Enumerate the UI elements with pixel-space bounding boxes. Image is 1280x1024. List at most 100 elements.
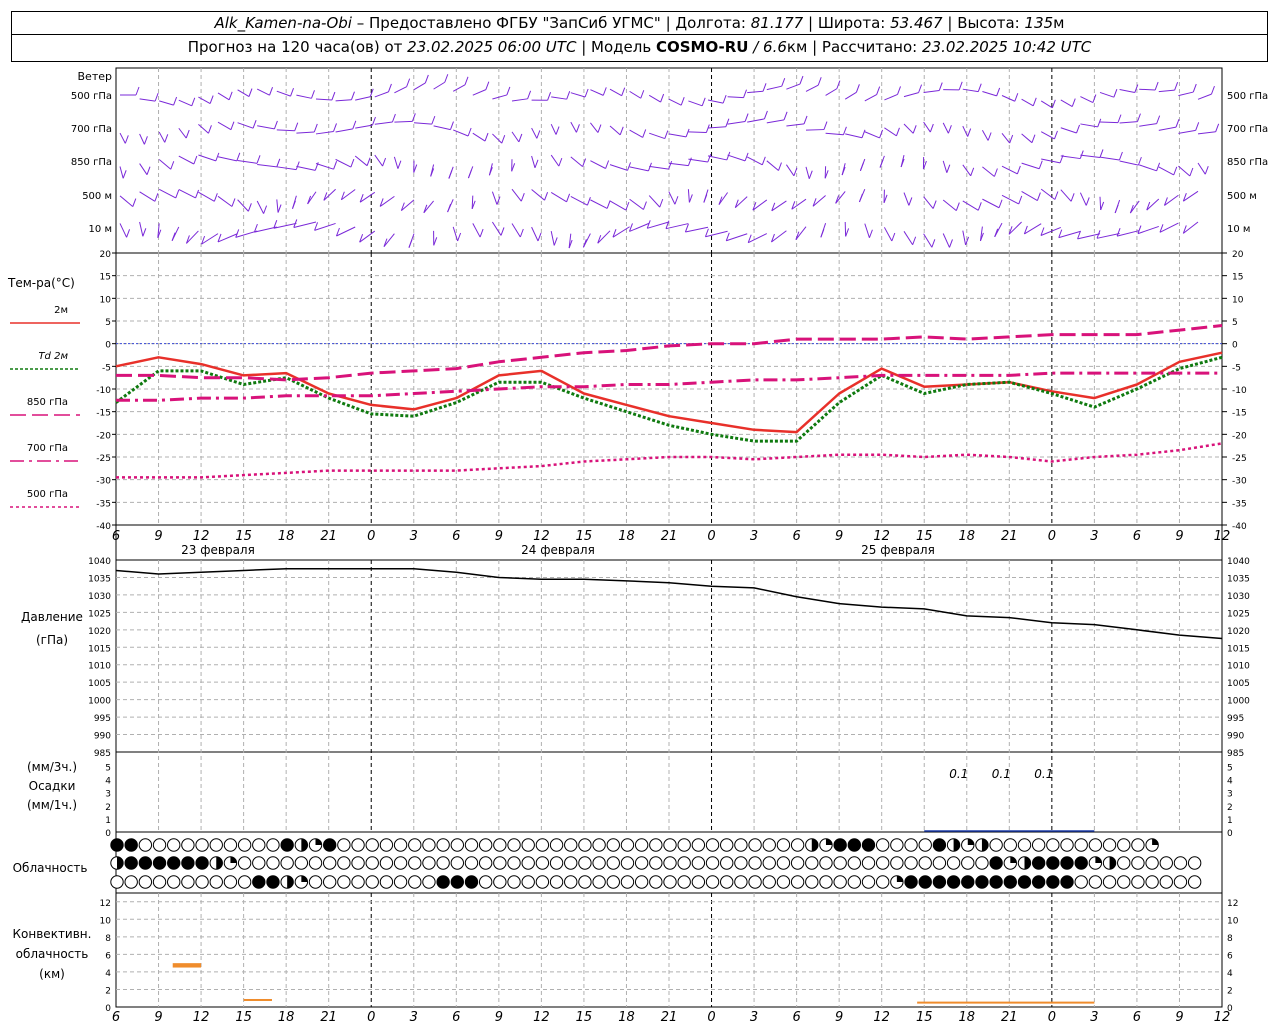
wind-barb-feather <box>1032 97 1037 106</box>
wind-barb-feather <box>845 228 850 237</box>
pressure-tick-label: 1015 <box>88 644 111 654</box>
cloud-cover-symbol <box>152 875 167 889</box>
cloud-cover-symbol <box>805 875 819 889</box>
cloud-cover-half <box>981 838 989 852</box>
cloud-cover-symbol <box>578 856 592 870</box>
conv-cloud-bar <box>172 963 202 968</box>
wind-barb-feather <box>1195 122 1200 131</box>
cloud-cover-symbol <box>464 856 479 870</box>
cloud-cover-symbol <box>167 875 181 889</box>
cloud-cover-symbol <box>663 856 677 870</box>
cloud-cover-symbol <box>535 856 550 870</box>
cloud-cover-symbol <box>975 856 989 870</box>
wind-barb <box>1119 121 1138 124</box>
wind-barb <box>1001 95 1016 102</box>
wind-barb <box>119 166 124 179</box>
wind-barb-feather <box>467 127 472 137</box>
cloud-cover-symbol <box>535 838 550 852</box>
pressure-tick-label: 1035 <box>88 574 111 584</box>
wind-barb <box>276 129 295 132</box>
cloud-cover-symbol <box>776 856 791 870</box>
cloud-cover-symbol <box>904 856 918 870</box>
wind-barb <box>254 226 277 233</box>
hour-label: 18 <box>958 529 975 544</box>
wind-barb-feather <box>586 196 591 206</box>
wind-barb-feather <box>1071 98 1076 107</box>
wind-barb <box>433 125 451 131</box>
wind-barb-feather <box>705 124 710 133</box>
wind-barb-feather <box>602 87 607 96</box>
wind-barb-feather <box>295 161 300 170</box>
wind-barb <box>178 188 196 199</box>
wind-barb <box>1119 160 1139 166</box>
cloud-cover-half <box>953 838 960 852</box>
cloud-cover-symbol <box>379 856 394 870</box>
hour-label: 0 <box>367 529 375 544</box>
wind-barb <box>903 192 910 206</box>
wind-barb <box>1158 166 1174 176</box>
pressure-tick-label-right: 1005 <box>1227 679 1250 689</box>
wind-barb <box>550 123 557 135</box>
wind-barb <box>1080 123 1098 128</box>
wind-barb <box>158 188 177 199</box>
cloud-cover-symbol <box>1131 856 1145 870</box>
hour-label: 15 <box>916 529 933 544</box>
cloud-cover-symbol <box>1117 856 1131 870</box>
cloud-cover-symbol <box>720 856 734 870</box>
cloud-cover-symbol <box>152 856 167 870</box>
wind-barb-feather <box>228 91 233 100</box>
wind-barb <box>293 221 317 228</box>
cloud-cover-symbol <box>167 856 181 870</box>
precip-tick-label-right: 3 <box>1227 790 1233 800</box>
wind-barb <box>1158 89 1175 93</box>
hour-label: 0 <box>707 529 715 544</box>
wind-barb-feather <box>908 197 913 206</box>
wind-barb-feather <box>912 236 917 245</box>
cloud-cover-symbol <box>649 838 663 852</box>
precip-title: Осадки <box>29 779 76 793</box>
hour-label-bottom: 3 <box>410 1010 418 1024</box>
wind-barb-feather <box>761 156 766 166</box>
hour-label-bottom: 15 <box>576 1010 593 1024</box>
wind-barb <box>491 221 502 236</box>
cloud-cover-symbol <box>578 875 592 889</box>
hour-label: 18 <box>278 529 295 544</box>
wind-barb <box>1099 196 1102 210</box>
hour-label: 21 <box>1001 529 1018 544</box>
wind-barb-feather <box>467 169 472 179</box>
hour-label-bottom: 18 <box>618 1010 635 1024</box>
cloud-cover-symbol <box>1074 856 1088 870</box>
precip-tick-label: 3 <box>105 790 111 800</box>
cloud-cover-symbol <box>890 838 904 852</box>
wind-barb <box>1080 96 1094 103</box>
wind-barb-feather <box>778 162 782 171</box>
wind-barb-feather <box>575 124 580 133</box>
wind-barb-feather <box>171 232 176 241</box>
cloud-cover-symbol <box>422 856 436 870</box>
cloud-cover-symbol <box>223 875 238 889</box>
wind-barb <box>1119 89 1135 94</box>
pressure-tick-label: 1025 <box>88 609 111 619</box>
wind-barb <box>217 92 230 101</box>
wind-barb-feather <box>725 118 730 127</box>
cloud-cover-symbol <box>478 875 493 889</box>
wind-barb-feather <box>397 160 402 169</box>
cloud-cover-symbol <box>195 838 209 852</box>
wind-barb-feather <box>640 90 645 99</box>
cloud-title: Облачность <box>13 861 88 875</box>
cloud-cover-symbol <box>237 875 252 889</box>
wind-barb-feather <box>1016 165 1021 175</box>
cloud-cover-symbol <box>266 838 280 852</box>
cloud-cover-symbol <box>138 875 153 889</box>
cloud-cover-half <box>301 838 308 852</box>
cloud-cover-symbol <box>408 875 422 889</box>
wind-barb-feather <box>876 86 881 95</box>
hour-label-bottom: 6 <box>1133 1010 1141 1024</box>
wind-barb-feather <box>955 202 960 211</box>
cloud-cover-symbol <box>833 875 847 889</box>
temp-tick-label: 5 <box>1232 318 1238 328</box>
cloud-cover-symbol <box>1145 875 1159 889</box>
wind-barb-feather <box>996 87 1001 97</box>
wind-barb-feather <box>444 74 449 83</box>
wind-barb <box>531 226 539 242</box>
